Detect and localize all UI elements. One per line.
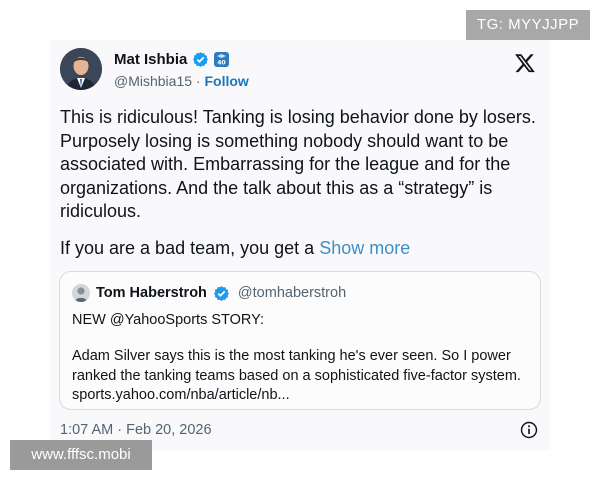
author-handle[interactable]: @Mishbia15 xyxy=(114,73,192,89)
quoted-tweet[interactable]: Tom Haberstroh @tomhaberstroh NEW @Yahoo… xyxy=(59,271,541,410)
tweet-card: Mat Ishbia 40 @Mishbia15 · Follow This i… xyxy=(50,40,550,450)
quoted-author-avatar xyxy=(72,284,90,302)
quoted-headline: NEW @YahooSports STORY: xyxy=(72,312,265,328)
quoted-verified-badge-icon xyxy=(213,285,229,301)
tweet-text-continued: If you are a bad team, you get a Show mo… xyxy=(60,238,411,258)
tweet-header: Mat Ishbia 40 @Mishbia15 · Follow xyxy=(60,48,540,96)
svg-text:40: 40 xyxy=(218,60,226,67)
quoted-author-name: Tom Haberstroh xyxy=(96,285,207,301)
author-avatar[interactable] xyxy=(60,48,102,90)
org-badge-icon: 40 xyxy=(214,52,230,67)
author-display-name[interactable]: Mat Ishbia xyxy=(114,51,187,68)
x-logo-icon[interactable] xyxy=(514,52,536,74)
verified-badge-icon xyxy=(193,52,209,67)
handle-separator: · xyxy=(195,73,201,89)
quoted-author-handle: @tomhaberstroh xyxy=(237,285,347,301)
watermark-top: TG: MYYJJPP xyxy=(466,10,590,40)
tweet-timestamp[interactable]: 1:07 AM · Feb 20, 2026 xyxy=(60,422,212,438)
author-handle-row: @Mishbia15 · Follow xyxy=(114,73,249,89)
quoted-body: Adam Silver says this is the most tankin… xyxy=(72,348,521,403)
tweet-text: This is ridiculous! Tanking is losing be… xyxy=(60,107,536,221)
show-more-link[interactable]: Show more xyxy=(319,238,410,258)
watermark-bottom: www.fffsc.mobi xyxy=(10,440,152,470)
info-icon[interactable] xyxy=(520,421,538,439)
follow-button[interactable]: Follow xyxy=(204,73,248,89)
